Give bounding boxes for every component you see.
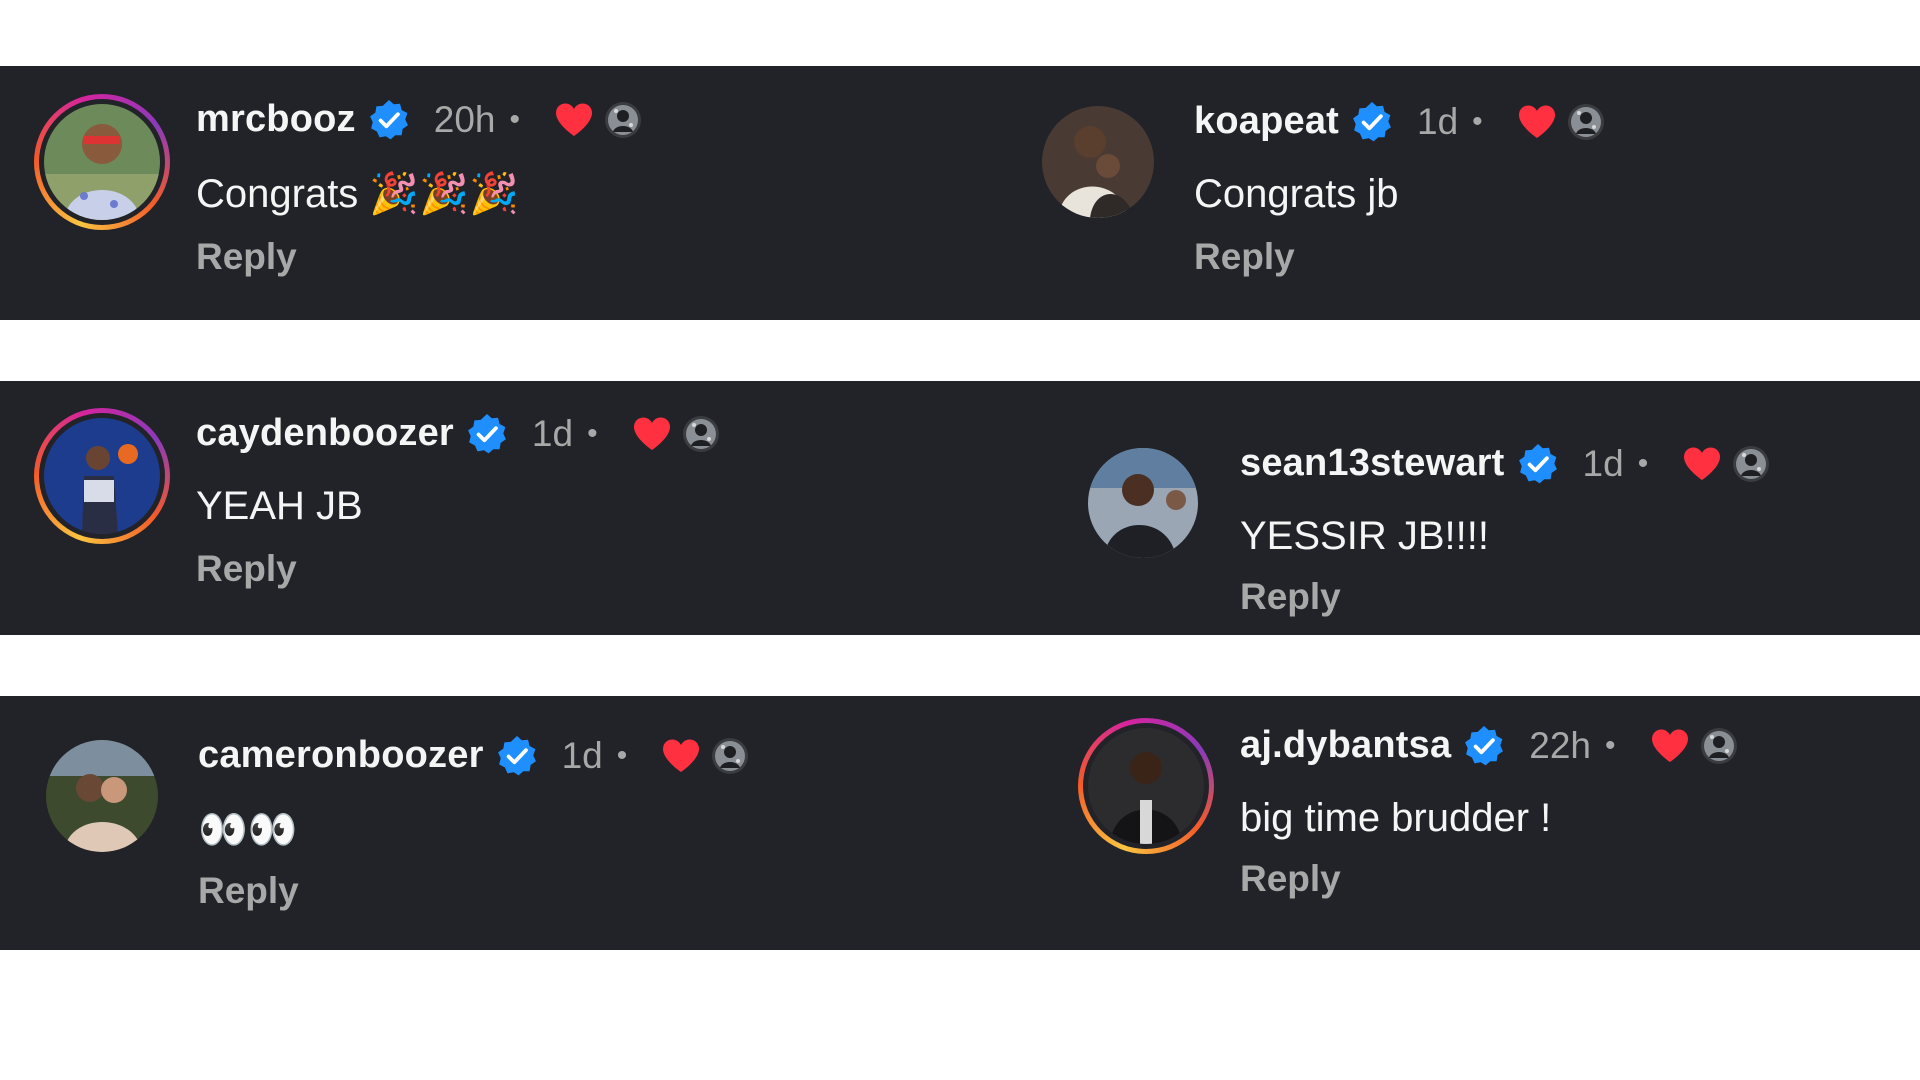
verified-badge-icon <box>1351 101 1393 143</box>
avatar <box>1088 728 1204 844</box>
avatar-story-ring[interactable] <box>1078 718 1214 854</box>
heart-icon[interactable] <box>661 738 701 774</box>
reply-button[interactable]: Reply <box>196 548 297 590</box>
reply-button[interactable]: Reply <box>1240 858 1341 900</box>
verified-badge-icon <box>466 413 508 455</box>
separator-dot: • <box>587 416 598 450</box>
heart-icon[interactable] <box>1517 104 1557 140</box>
liker-avatar <box>1567 103 1605 141</box>
timestamp: 22h <box>1529 724 1592 766</box>
username[interactable]: sean13stewart <box>1240 442 1505 485</box>
comment-text: 👀👀 <box>198 808 298 852</box>
verified-badge-icon <box>496 735 538 777</box>
avatar-story-ring[interactable] <box>34 408 170 544</box>
heart-icon[interactable] <box>1650 728 1690 764</box>
separator-dot: • <box>616 738 628 772</box>
separator-dot: • <box>509 102 520 136</box>
avatar-frame[interactable] <box>1088 448 1198 558</box>
liker-avatar <box>711 737 749 775</box>
comment-text: YESSIR JB!!!! <box>1240 514 1489 558</box>
reply-button[interactable]: Reply <box>198 870 299 912</box>
avatar <box>44 104 160 220</box>
avatar <box>1088 448 1198 558</box>
heart-icon[interactable] <box>1682 446 1722 482</box>
username[interactable]: cameronboozer <box>198 734 484 777</box>
avatar <box>44 418 160 534</box>
timestamp: 1d <box>1417 100 1459 142</box>
verified-badge-icon <box>1463 725 1505 767</box>
username[interactable]: mrcbooz <box>196 98 356 141</box>
username[interactable]: koapeat <box>1194 100 1339 143</box>
separator-dot: • <box>1472 104 1483 138</box>
timestamp: 1d <box>531 412 574 454</box>
avatar <box>46 740 158 852</box>
heart-icon[interactable] <box>554 102 594 138</box>
avatar-story-ring[interactable] <box>34 94 170 230</box>
reply-button[interactable]: Reply <box>1240 576 1341 618</box>
avatar <box>1042 106 1154 218</box>
reply-button[interactable]: Reply <box>1194 236 1295 278</box>
verified-badge-icon <box>368 99 410 141</box>
liker-avatar <box>682 415 720 453</box>
comment-text: YEAH JB <box>196 484 363 528</box>
comment-text: big time brudder ! <box>1240 796 1552 840</box>
verified-badge-icon <box>1517 443 1559 485</box>
avatar-frame[interactable] <box>46 740 158 852</box>
heart-icon[interactable] <box>632 416 672 452</box>
separator-dot: • <box>1605 728 1616 762</box>
liker-avatar <box>604 101 642 139</box>
separator-dot: • <box>1637 446 1649 480</box>
username[interactable]: caydenboozer <box>196 412 454 455</box>
comment-text: Congrats 🎉🎉🎉 <box>196 172 519 216</box>
timestamp: 1d <box>1582 442 1624 484</box>
comment-text: Congrats jb <box>1194 172 1399 216</box>
timestamp: 20h <box>433 98 496 140</box>
avatar-frame[interactable] <box>1042 106 1154 218</box>
reply-button[interactable]: Reply <box>196 236 297 278</box>
timestamp: 1d <box>561 734 603 776</box>
liker-avatar <box>1700 727 1738 765</box>
username[interactable]: aj.dybantsa <box>1240 724 1451 767</box>
liker-avatar <box>1732 445 1770 483</box>
